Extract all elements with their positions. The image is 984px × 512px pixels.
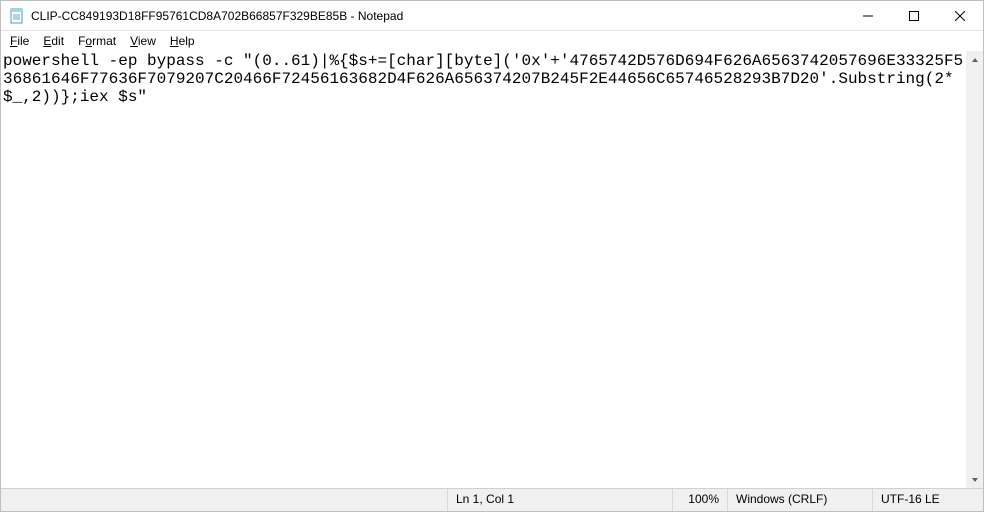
scroll-up-icon[interactable]	[966, 51, 983, 68]
menu-help[interactable]: Help	[163, 33, 202, 50]
menu-file[interactable]: File	[3, 33, 36, 50]
status-line-col: Ln 1, Col 1	[448, 489, 673, 511]
text-editor[interactable]: powershell -ep bypass -c "(0..61)|%{$s+=…	[1, 51, 966, 488]
menu-edit[interactable]: Edit	[36, 33, 71, 50]
close-button[interactable]	[937, 1, 983, 30]
window-controls	[845, 1, 983, 30]
scroll-track[interactable]	[966, 68, 983, 471]
scroll-down-icon[interactable]	[966, 471, 983, 488]
status-zoom[interactable]: 100%	[673, 489, 728, 511]
status-encoding: UTF-16 LE	[873, 489, 983, 511]
status-spacer	[1, 489, 448, 511]
menu-format[interactable]: Format	[71, 33, 123, 50]
minimize-button[interactable]	[845, 1, 891, 30]
editor-area: powershell -ep bypass -c "(0..61)|%{$s+=…	[1, 51, 983, 488]
statusbar: Ln 1, Col 1 100% Windows (CRLF) UTF-16 L…	[1, 488, 983, 511]
maximize-button[interactable]	[891, 1, 937, 30]
menubar: File Edit Format View Help	[1, 31, 983, 51]
menu-view[interactable]: View	[123, 33, 163, 50]
titlebar[interactable]: CLIP-CC849193D18FF95761CD8A702B66857F329…	[1, 1, 983, 31]
vertical-scrollbar[interactable]	[966, 51, 983, 488]
status-eol: Windows (CRLF)	[728, 489, 873, 511]
notepad-window: CLIP-CC849193D18FF95761CD8A702B66857F329…	[0, 0, 984, 512]
window-title: CLIP-CC849193D18FF95761CD8A702B66857F329…	[31, 9, 845, 23]
notepad-icon	[9, 8, 25, 24]
